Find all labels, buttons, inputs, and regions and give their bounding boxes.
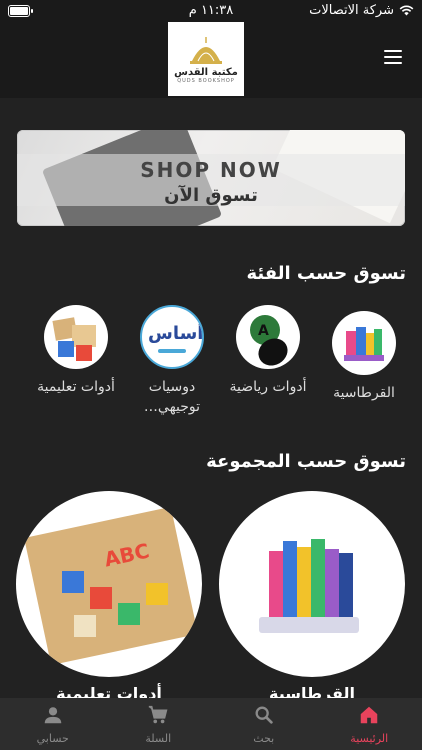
ping-pong-image: A [236,305,300,369]
groups-title: تسوق حسب المجموعة [206,451,406,472]
nav-label-account: حسابي [36,732,69,745]
logo[interactable]: مكتبة القدس QUDS BOOKSHOP [168,22,244,96]
cart-icon [149,705,168,724]
hamburger-menu-button[interactable] [384,50,402,66]
category-label: دوسيات توجيهي… [143,379,201,415]
home-icon [361,706,378,724]
wifi-icon [399,5,414,16]
status-bar: ١١:٣٨ م شركة الاتصالات [0,0,422,22]
logo-subtitle: QUDS BOOKSHOP [177,77,235,84]
logo-title: مكتبة القدس [174,66,238,78]
nav-label-cart: السلة [145,732,172,745]
categories-title: تسوق حسب الفئة [246,263,406,284]
category-item-stationery[interactable]: القرطاسية [316,311,412,403]
account-icon [44,707,61,724]
menu-icon-line [384,62,402,64]
nav-label-home: الرئيسية [350,732,389,745]
category-item-educational[interactable]: أدوات تعليمية [28,305,124,397]
group-item-stationery[interactable] [219,491,405,677]
nav-label-search: بحث [253,732,275,745]
carrier-name: شركة الاتصالات [309,3,394,18]
category-label: القرطاسية [333,385,395,401]
category-label: أدوات رياضية [229,379,307,395]
menu-icon-line [384,56,402,58]
shop-now-banner[interactable]: SHOP NOW تسوق الآن [17,130,405,226]
banner-title-en: SHOP NOW [140,158,282,182]
menu-icon [384,50,402,52]
banner-title-ar: تسوق الآن [164,185,258,206]
group-item-educational[interactable]: ABC [16,491,202,677]
stationery-image [332,311,396,375]
educational-toys-image [44,305,108,369]
category-label: أدوات تعليمية [37,379,115,395]
app-header: مكتبة القدس QUDS BOOKSHOP [0,22,422,98]
nav-item-home[interactable]: الرئيسية [317,698,422,750]
nav-item-cart[interactable]: السلة [106,698,212,750]
category-item-sports[interactable]: A أدوات رياضية [220,305,316,397]
asas-logo-image: أساس [140,305,204,369]
nav-item-search[interactable]: بحث [211,698,317,750]
search-icon [255,706,273,724]
bottom-navigation: الرئيسية بحث السلة حسابي [0,698,422,750]
category-item-tawjihi[interactable]: أساس دوسيات توجيهي… [124,305,220,417]
dome-logo-icon [190,36,222,64]
carrier-info: شركة الاتصالات [309,3,414,18]
nav-item-account[interactable]: حسابي [0,698,106,750]
